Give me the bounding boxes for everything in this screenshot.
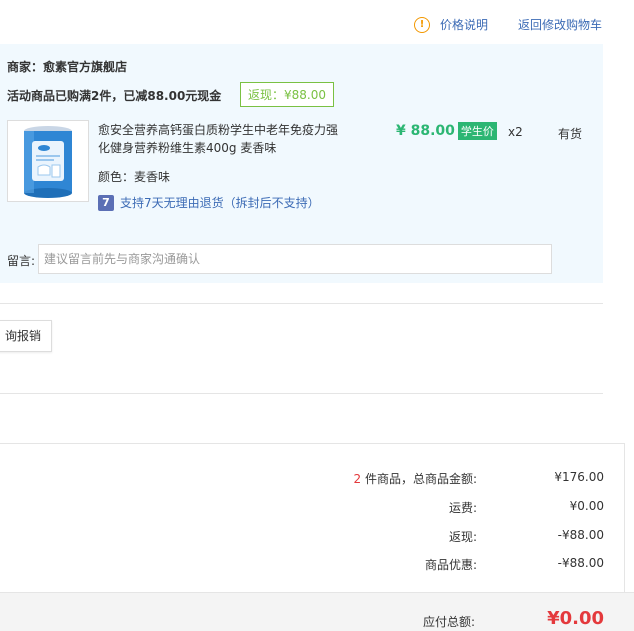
item-count-suffix: 件商品，总商品金额: (361, 472, 477, 486)
student-price-tag: 学生价 (457, 122, 497, 140)
message-label: 留言: (7, 254, 36, 268)
total-value: ¥0.00 (547, 608, 604, 629)
info-warning-icon: ! (414, 16, 430, 33)
product-quantity: x2 (508, 125, 523, 139)
shipping-row: 运费: ¥0.00 (0, 499, 604, 519)
seven-day-return-icon: 7 (98, 194, 114, 211)
return-policy: 7 支持7天无理由退货（拆封后不支持） (98, 194, 320, 211)
discount-label: 商品优惠: (424, 558, 477, 572)
total-label: 应付总额: (422, 615, 475, 629)
price-note-label: 价格说明 (440, 18, 489, 32)
product-thumbnail[interactable] (7, 120, 89, 202)
return-policy-text: 支持7天无理由退货（拆封后不支持） (120, 196, 320, 210)
total-bar: 应付总额: ¥0.00 (0, 592, 634, 631)
promo-text: 活动商品已购满2件，已减88.00元现金 (7, 89, 222, 103)
back-to-cart-link[interactable]: 返回修改购物车 (518, 16, 602, 33)
rebate-row: 返现: -¥88.00 (0, 528, 604, 548)
rebate-label: 返现: (448, 530, 477, 544)
reimburse-button[interactable]: 询报销 (0, 320, 52, 352)
price-note-link[interactable]: ! 价格说明 (414, 16, 488, 33)
rebate-badge: 返现：¥88.00 (240, 82, 334, 107)
discount-row: 商品优惠: -¥88.00 (0, 556, 604, 576)
price-value: ¥ 88.00 (396, 123, 455, 139)
shipping-label: 运费: (448, 501, 477, 515)
product-name-link[interactable]: 愈安全营养高钙蛋白质粉学生中老年免疫力强化健身营养粉维生素400g 麦香味 (98, 121, 348, 157)
stock-status: 有货 (558, 127, 583, 141)
product-price: ¥ 88.00 学生价 (396, 122, 497, 140)
item-count: 2 (353, 472, 362, 486)
milk-powder-can-image (8, 121, 88, 201)
merchant-name: 商家：愈素官方旗舰店 (7, 60, 128, 74)
order-summary: 2 件商品，总商品金额: ¥176.00 运费: ¥0.00 返现: -¥88.… (0, 443, 625, 594)
goods-total-row: 2 件商品，总商品金额: ¥176.00 (0, 470, 605, 490)
shop-order-block: 商家：愈素官方旗舰店 活动商品已购满2件，已减88.00元现金 返现：¥88.0… (0, 44, 603, 283)
divider (0, 303, 603, 304)
top-links-bar: ! 价格说明 返回修改购物车 (0, 0, 634, 44)
product-color: 颜色：麦香味 (98, 170, 171, 184)
divider (0, 393, 603, 394)
message-input[interactable] (38, 244, 552, 274)
discount-value: -¥88.00 (557, 556, 604, 570)
rebate-value: -¥88.00 (557, 528, 604, 542)
goods-total-value: ¥176.00 (554, 470, 604, 484)
shipping-value: ¥0.00 (569, 499, 604, 513)
goods-total-label: 2 件商品，总商品金额: (354, 470, 478, 487)
